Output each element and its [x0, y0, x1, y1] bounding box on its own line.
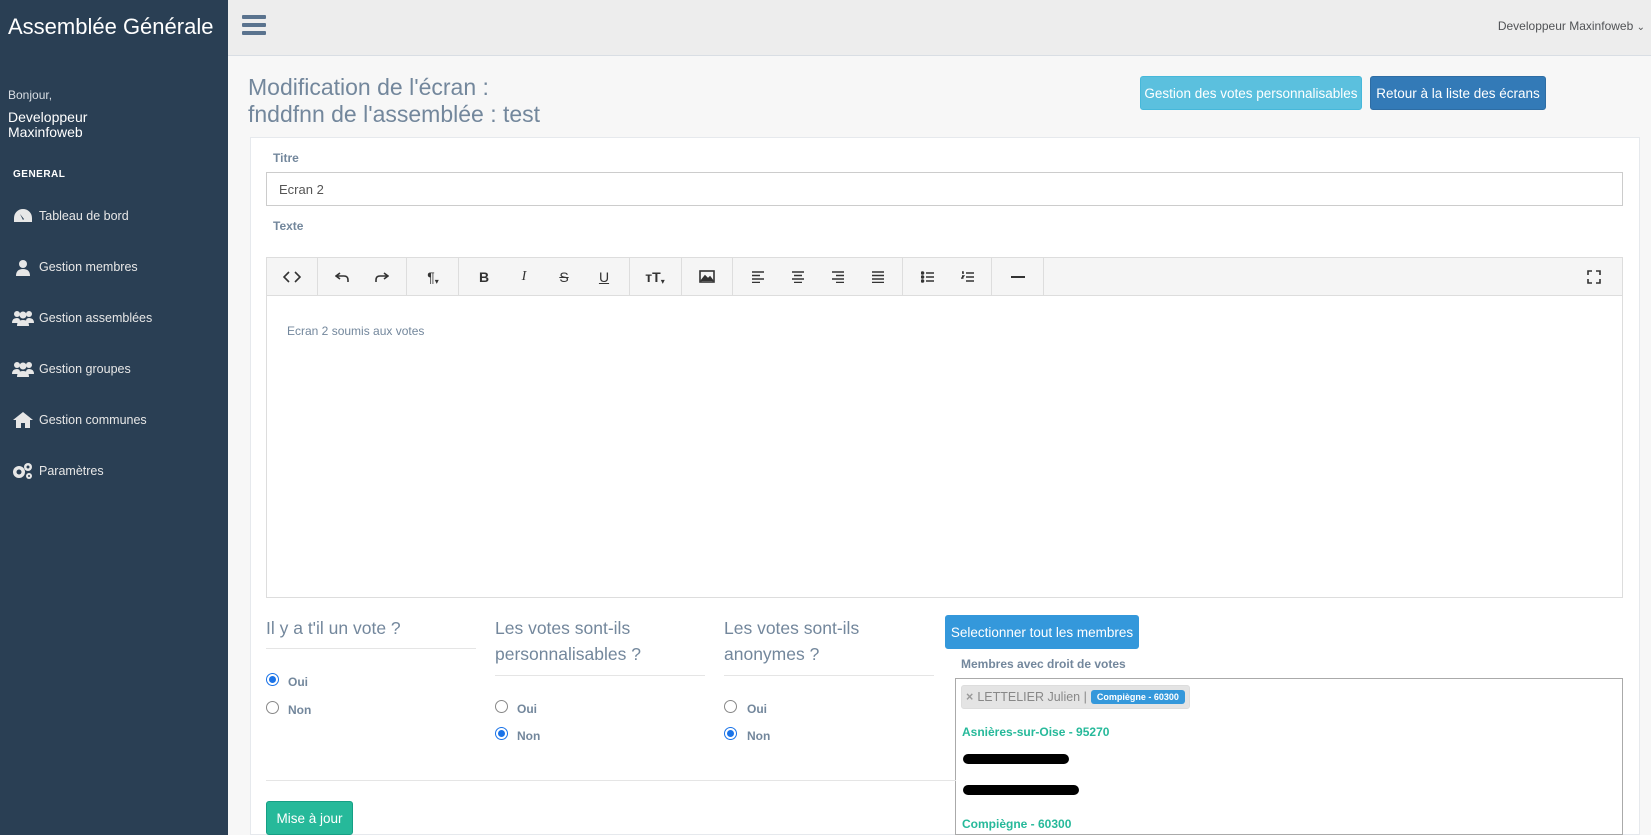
sidebar-item-groups[interactable]: Gestion groupes — [0, 349, 228, 389]
divider — [495, 675, 705, 676]
user-menu-label: Developpeur Maxinfoweb — [1497, 19, 1634, 33]
redacted-option[interactable] — [963, 785, 1079, 795]
chevron-down-icon: ⌄ — [1636, 22, 1645, 33]
dashboard-icon — [12, 207, 34, 225]
customizable-no-label: Non — [517, 729, 541, 743]
remove-tag-icon[interactable]: × — [966, 690, 973, 704]
vote-no-label: Non — [288, 703, 312, 717]
rich-text-editor: ¶ ▾ B I S U тT ▾ Ecran 2 soumis aux vote… — [266, 257, 1623, 598]
customizable-no-radio[interactable] — [495, 727, 508, 740]
anonymous-no-radio[interactable] — [724, 727, 737, 740]
back-to-screens-button[interactable]: Retour à la liste des écrans — [1370, 76, 1546, 110]
customizable-yes-radio[interactable] — [495, 700, 508, 713]
code-view-icon[interactable] — [272, 258, 312, 295]
divider — [266, 648, 476, 649]
user-icon — [12, 258, 34, 276]
sidebar-item-assemblies[interactable]: Gestion assemblées — [0, 298, 228, 338]
paragraph-style-icon[interactable]: ¶ ▾ — [413, 258, 453, 295]
form-divider — [266, 780, 956, 781]
title-input[interactable]: Ecran 2 — [266, 172, 1623, 206]
vote-no-radio[interactable] — [266, 701, 279, 714]
strikethrough-icon[interactable]: S — [544, 258, 584, 295]
align-left-icon[interactable] — [738, 258, 778, 295]
text-label: Texte — [273, 219, 304, 233]
undo-icon[interactable] — [322, 258, 362, 295]
numbered-list-icon[interactable] — [948, 258, 988, 295]
sidebar-item-settings[interactable]: Paramètres — [0, 451, 228, 491]
gears-icon — [12, 462, 34, 480]
home-icon — [12, 411, 34, 429]
page-title-line1: Modification de l'écran : — [248, 74, 489, 100]
sidebar-item-label: Gestion membres — [39, 260, 138, 274]
app-title[interactable]: Assemblée Générale — [8, 14, 213, 40]
users-icon — [12, 360, 34, 378]
question-customizable: Les votes sont-ils personnalisables ? — [495, 618, 641, 664]
update-button[interactable]: Mise à jour — [266, 801, 353, 835]
sidebar-item-label: Gestion assemblées — [39, 311, 153, 325]
vote-yes-radio[interactable] — [266, 673, 279, 686]
members-label: Membres avec droit de votes — [961, 657, 1126, 671]
members-dropdown: Asnières-sur-Oise - 95270 Compiègne - 60… — [955, 716, 1623, 835]
menu-toggle-icon[interactable] — [242, 15, 266, 37]
select-all-members-button[interactable]: Selectionner tout les membres — [945, 615, 1139, 649]
sidebar: Assemblée Générale Bonjour, Developpeur … — [0, 0, 228, 835]
selected-member-tag: × LETTELIER Julien | Compiègne - 60300 — [961, 685, 1190, 709]
sidebar-item-dashboard[interactable]: Tableau de bord — [0, 196, 228, 236]
sidebar-item-label: Paramètres — [39, 464, 104, 478]
editor-content[interactable]: Ecran 2 soumis aux votes — [287, 324, 424, 338]
fullscreen-icon[interactable] — [1574, 258, 1614, 295]
align-justify-icon[interactable] — [858, 258, 898, 295]
custom-votes-button[interactable]: Gestion des votes personnalisables — [1140, 76, 1362, 110]
title-label: Titre — [273, 151, 299, 165]
user-menu-dropdown[interactable]: Developpeur Maxinfoweb ⌄ — [1498, 19, 1645, 33]
sidebar-item-communes[interactable]: Gestion communes — [0, 400, 228, 440]
horizontal-rule-icon[interactable] — [998, 258, 1038, 295]
dropdown-group-label: Compiègne - 60300 — [962, 817, 1072, 831]
dropdown-group-label: Asnières-sur-Oise - 95270 — [962, 725, 1110, 739]
question-anonymous: Les votes sont-ils anonymes ? — [724, 618, 860, 664]
redo-icon[interactable] — [362, 258, 402, 295]
members-multiselect[interactable]: × LETTELIER Julien | Compiègne - 60300 — [955, 678, 1623, 717]
redacted-option[interactable] — [963, 754, 1069, 764]
anonymous-yes-label: Oui — [747, 702, 767, 716]
image-icon[interactable] — [687, 258, 727, 295]
bold-icon[interactable]: B — [464, 258, 504, 295]
anonymous-no-label: Non — [747, 729, 771, 743]
sidebar-item-label: Tableau de bord — [39, 209, 129, 223]
anonymous-yes-radio[interactable] — [724, 700, 737, 713]
member-name: LETTELIER Julien | — [977, 690, 1087, 704]
vote-yes-label: Oui — [288, 675, 308, 689]
font-size-icon[interactable]: тT ▾ — [635, 258, 675, 295]
sidebar-item-members[interactable]: Gestion membres — [0, 247, 228, 287]
align-center-icon[interactable] — [778, 258, 818, 295]
top-navbar: Developpeur Maxinfoweb ⌄ — [228, 0, 1651, 56]
bullet-list-icon[interactable] — [908, 258, 948, 295]
question-vote: Il y a t'il un vote ? — [266, 618, 401, 638]
page-title-line2: fnddfnn de l'assemblée : test — [248, 101, 541, 127]
commune-badge: Compiègne - 60300 — [1090, 690, 1185, 704]
italic-icon[interactable]: I — [504, 258, 544, 295]
sidebar-item-label: Gestion communes — [39, 413, 147, 427]
underline-icon[interactable]: U — [584, 258, 624, 295]
page-title: Modification de l'écran : fnddfnn de l'a… — [248, 74, 848, 128]
sidebar-username: Developpeur Maxinfoweb — [8, 109, 88, 140]
sidebar-item-label: Gestion groupes — [39, 362, 131, 376]
users-icon — [12, 309, 34, 327]
greeting-text: Bonjour, — [8, 88, 53, 102]
nav-section-title: GENERAL — [13, 169, 66, 180]
editor-toolbar: ¶ ▾ B I S U тT ▾ — [267, 258, 1622, 296]
align-right-icon[interactable] — [818, 258, 858, 295]
customizable-yes-label: Oui — [517, 702, 537, 716]
divider — [724, 675, 934, 676]
